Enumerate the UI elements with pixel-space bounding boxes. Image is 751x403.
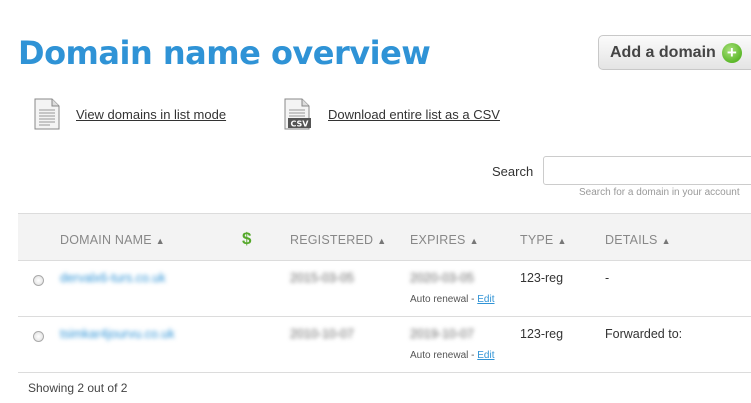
auto-renewal-note: Auto renewal - Edit xyxy=(410,350,495,361)
search-hint: Search for a domain in your account xyxy=(579,187,740,198)
sort-asc-icon: ▲ xyxy=(155,236,165,246)
row-select-radio[interactable] xyxy=(33,331,44,342)
expires-date: 2020-03-05 xyxy=(410,271,474,285)
page-title: Domain name overview xyxy=(18,34,431,72)
csv-download-link[interactable]: Download entire list as a CSV xyxy=(328,107,500,122)
plus-circle-icon: + xyxy=(721,42,742,63)
edit-renewal-link[interactable]: Edit xyxy=(477,294,494,305)
header-domain-name[interactable]: DOMAIN NAME ▲ xyxy=(60,233,165,247)
sort-asc-icon: ▲ xyxy=(557,236,567,246)
domain-details: - xyxy=(605,271,610,285)
list-mode-action: View domains in list mode xyxy=(34,98,226,130)
header-registered[interactable]: REGISTERED ▲ xyxy=(290,233,386,247)
svg-text:CSV: CSV xyxy=(291,120,310,129)
table-header: DOMAIN NAME ▲ $ REGISTERED ▲ EXPIRES ▲ TYPE… xyxy=(18,214,751,261)
document-icon xyxy=(34,98,60,130)
header-expires[interactable]: EXPIRES ▲ xyxy=(410,233,479,247)
sort-asc-icon: ▲ xyxy=(469,236,479,246)
expires-date: 2019-10-07 xyxy=(410,327,474,341)
registered-date: 2010-10-07 xyxy=(290,327,354,341)
csv-file-icon: CSV xyxy=(284,98,312,130)
table-row: tsimkar4jourvu.co.uk 2010-10-07 2019-10-… xyxy=(18,317,751,373)
sort-asc-icon: ▲ xyxy=(377,236,387,246)
registered-date: 2015-03-05 xyxy=(290,271,354,285)
add-domain-label: Add a domain xyxy=(610,43,716,61)
edit-renewal-link[interactable]: Edit xyxy=(477,350,494,361)
header-details[interactable]: DETAILS ▲ xyxy=(605,233,671,247)
header-type[interactable]: TYPE ▲ xyxy=(520,233,567,247)
row-select-radio[interactable] xyxy=(33,275,44,286)
search-input[interactable] xyxy=(543,156,751,185)
domain-name-link[interactable]: tsimkar4jourvu.co.uk xyxy=(60,327,175,341)
auto-renewal-note: Auto renewal - Edit xyxy=(410,294,495,305)
csv-action: CSV Download entire list as a CSV xyxy=(284,98,500,130)
list-mode-link[interactable]: View domains in list mode xyxy=(76,107,226,122)
domain-name-link[interactable]: dervalx6-turs.co.uk xyxy=(60,271,166,285)
dollar-icon[interactable]: $ xyxy=(242,229,251,249)
add-domain-button[interactable]: Add a domain + xyxy=(598,35,751,70)
search-label: Search xyxy=(492,164,534,179)
table-row: dervalx6-turs.co.uk 2015-03-05 2020-03-0… xyxy=(18,261,751,317)
showing-count: Showing 2 out of 2 xyxy=(28,381,128,395)
domain-type: 123-reg xyxy=(520,271,564,285)
domain-details: Forwarded to: xyxy=(605,327,683,341)
domain-type: 123-reg xyxy=(520,327,564,341)
sort-asc-icon: ▲ xyxy=(661,236,671,246)
domains-table: DOMAIN NAME ▲ $ REGISTERED ▲ EXPIRES ▲ TYPE… xyxy=(18,213,751,403)
